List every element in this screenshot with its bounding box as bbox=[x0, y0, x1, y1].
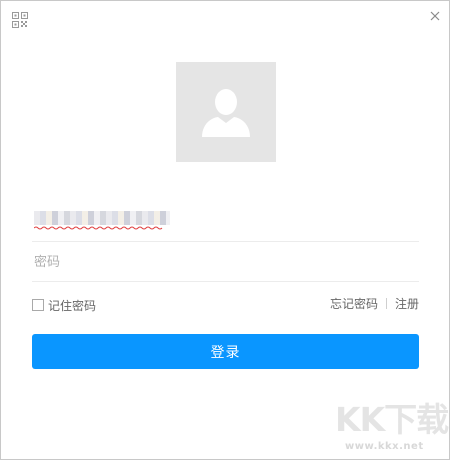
spellcheck-underline bbox=[34, 226, 163, 230]
user-icon bbox=[202, 89, 250, 137]
password-field bbox=[32, 243, 419, 282]
checkbox-box[interactable] bbox=[32, 299, 44, 311]
register-link[interactable]: 注册 bbox=[395, 295, 419, 312]
watermark-url: www.kkx.net bbox=[345, 441, 424, 452]
qr-code-icon[interactable] bbox=[12, 12, 28, 28]
link-divider bbox=[385, 297, 387, 309]
account-links: 忘记密码 注册 bbox=[330, 295, 419, 311]
remember-password-checkbox[interactable]: 记住密码 bbox=[32, 297, 96, 313]
remember-password-label: 记住密码 bbox=[48, 298, 97, 313]
avatar bbox=[176, 62, 276, 162]
watermark-logo: KK下载 bbox=[335, 400, 449, 439]
forgot-password-link[interactable]: 忘记密码 bbox=[330, 295, 378, 312]
password-input[interactable] bbox=[32, 243, 419, 281]
watermark: KK下载 www.kkx.net bbox=[335, 403, 449, 455]
username-value-obscured bbox=[34, 211, 170, 225]
login-button[interactable]: 登录 bbox=[32, 334, 419, 369]
login-window: 记住密码 忘记密码 注册 登录 KK下载 www.kkx.net bbox=[0, 0, 450, 460]
username-field[interactable] bbox=[32, 202, 419, 242]
close-icon[interactable] bbox=[429, 10, 441, 22]
